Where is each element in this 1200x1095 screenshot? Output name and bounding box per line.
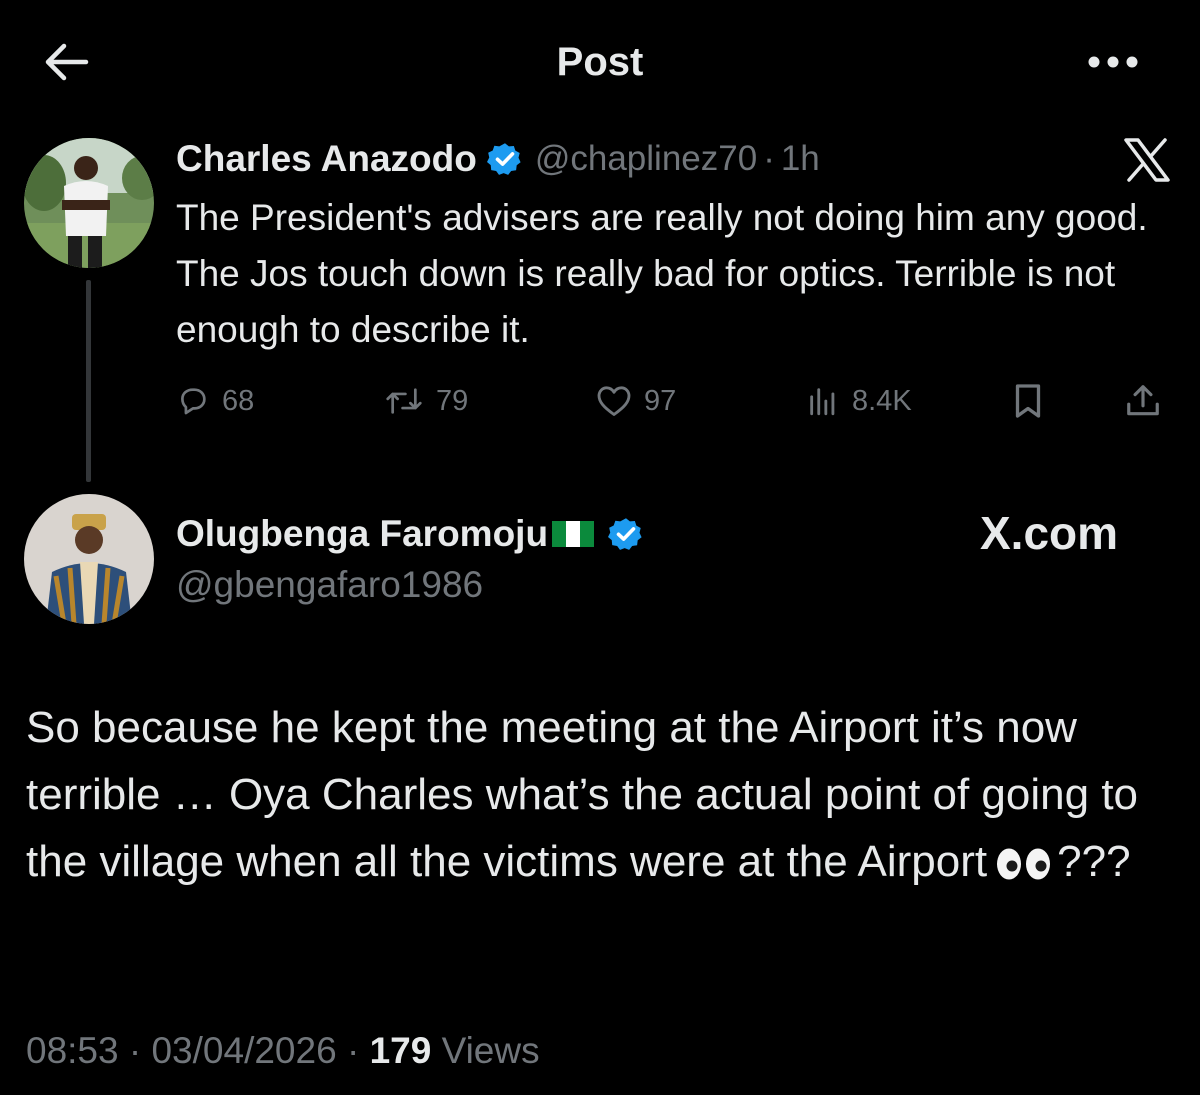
author-name[interactable]: Charles Anazodo (176, 138, 477, 180)
heart-icon (597, 386, 631, 416)
arrow-left-icon (45, 43, 89, 81)
author-name[interactable]: Olugbenga Faromoju (176, 513, 548, 555)
like-button[interactable]: 97 (596, 378, 676, 424)
reply-button[interactable]: 68 (176, 378, 254, 424)
bookmark-icon (1015, 384, 1041, 418)
separator-dot: · (128, 1030, 142, 1071)
quoted-tweet-header: Charles Anazodo @chaplinez70 · 1h (176, 134, 820, 184)
verified-badge-icon (608, 518, 642, 550)
author-handle[interactable]: @gbengafaro1986 (176, 564, 483, 606)
author-handle[interactable]: @chaplinez70 (535, 139, 757, 179)
retweet-count: 79 (436, 384, 469, 417)
nigeria-flag-icon (552, 521, 595, 547)
avatar-photo-olugbenga (24, 494, 154, 624)
like-count: 97 (644, 384, 677, 417)
action-bar: 68 79 97 8.4K (176, 378, 1176, 424)
main-tweet-header: Olugbenga Faromoju (176, 508, 656, 560)
main-tweet-text-body: So because he kept the meeting at the Ai… (26, 703, 1139, 886)
views-count: 8.4K (852, 384, 912, 417)
x-logo (1124, 138, 1170, 182)
post-meta: 08:53 · 03/04/2026 · 179 Views (26, 1030, 540, 1072)
views-count: 179 (369, 1030, 432, 1071)
page-title: Post (556, 40, 644, 84)
post-time[interactable]: 1h (781, 139, 820, 179)
bookmark-button[interactable] (1012, 378, 1056, 424)
avatar[interactable] (24, 138, 154, 268)
reply-count: 68 (222, 384, 255, 417)
separator-dot: · (763, 139, 775, 178)
views-label: Views (441, 1030, 540, 1071)
more-options-button[interactable] (1084, 50, 1144, 74)
eyes-emoji (997, 848, 1051, 880)
post-date[interactable]: 03/04/2026 (151, 1030, 336, 1071)
quoted-tweet-text: The President's advisers are really not … (176, 197, 1148, 350)
watermark: X.com (980, 507, 1119, 559)
reply-icon (181, 388, 206, 415)
post-time[interactable]: 08:53 (26, 1030, 119, 1071)
retweet-button[interactable]: 79 (384, 378, 468, 424)
retweet-icon (386, 388, 422, 414)
separator-dot: · (346, 1030, 360, 1071)
avatar[interactable] (24, 494, 154, 624)
share-icon (1127, 385, 1159, 416)
share-button[interactable] (1124, 378, 1174, 424)
main-tweet-text-tail: ??? (1057, 837, 1131, 886)
x-logo-icon (1124, 138, 1170, 182)
more-dots-icon (1088, 56, 1138, 68)
back-button[interactable] (40, 40, 90, 84)
main-tweet-text: So because he kept the meeting at the Ai… (26, 694, 1166, 895)
views-button[interactable]: 8.4K (806, 378, 912, 424)
views-bar-chart-icon (810, 388, 835, 416)
verified-badge-icon (486, 143, 521, 175)
thread-line (86, 280, 91, 482)
avatar-photo-charles (24, 138, 154, 268)
